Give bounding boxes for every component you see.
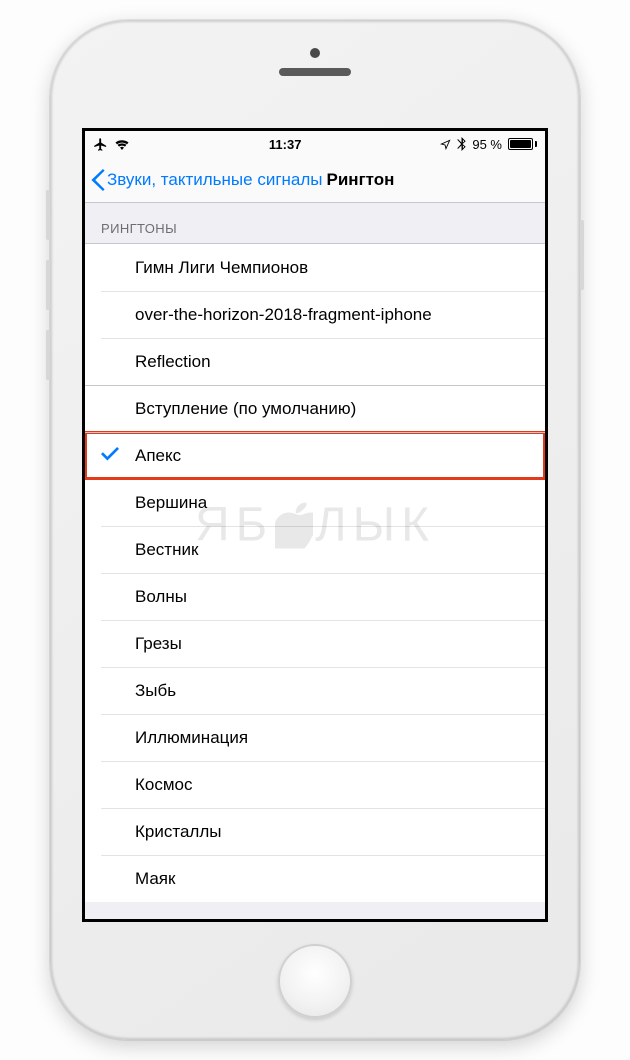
ringtone-label: Иллюминация — [135, 728, 248, 748]
ringtone-row[interactable]: Зыбь — [85, 667, 545, 714]
ringtone-label: Грезы — [135, 634, 182, 654]
navigation-bar: Звуки, тактильные сигналы Рингтон — [85, 157, 545, 203]
ringtone-row[interactable]: Иллюминация — [85, 714, 545, 761]
ringtone-label: Reflection — [135, 352, 211, 372]
ringtone-label: Гимн Лиги Чемпионов — [135, 258, 308, 278]
ringtone-row[interactable]: Вступление (по умолчанию) — [85, 385, 545, 432]
ringtone-row[interactable]: Гимн Лиги Чемпионов — [85, 244, 545, 291]
ringtone-label: Вступление (по умолчанию) — [135, 399, 356, 419]
screen: 11:37 95 % — [82, 128, 548, 922]
ringtone-label: Космос — [135, 775, 193, 795]
battery-icon — [508, 138, 537, 150]
section-header-ringtones: РИНГТОНЫ — [85, 203, 545, 244]
status-time: 11:37 — [269, 137, 302, 152]
location-icon — [440, 139, 451, 150]
ringtone-label: Маяк — [135, 869, 175, 889]
page-title: Рингтон — [327, 170, 395, 190]
ringtone-label: Кристаллы — [135, 822, 221, 842]
back-button[interactable]: Звуки, тактильные сигналы — [91, 169, 323, 191]
status-bar: 11:37 95 % — [85, 131, 545, 157]
home-button[interactable] — [278, 944, 352, 1018]
earpiece — [279, 68, 351, 76]
ringtone-list[interactable]: Гимн Лиги Чемпионов over-the-horizon-2018… — [85, 244, 545, 902]
ringtone-row[interactable]: Вершина — [85, 479, 545, 526]
proximity-sensor — [310, 48, 320, 58]
ringtone-row[interactable]: Апекс — [85, 432, 545, 479]
wifi-icon — [114, 138, 130, 150]
ringtone-label: over-the-horizon-2018-fragment-iphone — [135, 305, 432, 325]
ringtone-row[interactable]: over-the-horizon-2018-fragment-iphone — [85, 291, 545, 338]
ringtone-row[interactable]: Reflection — [85, 338, 545, 385]
back-label: Звуки, тактильные сигналы — [107, 170, 323, 190]
device-frame: 11:37 95 % — [50, 20, 580, 1040]
ringtone-row[interactable]: Маяк — [85, 855, 545, 902]
ringtone-row[interactable]: Грезы — [85, 620, 545, 667]
ringtone-label: Волны — [135, 587, 187, 607]
ringtone-row[interactable]: Кристаллы — [85, 808, 545, 855]
bluetooth-icon — [457, 137, 466, 151]
airplane-mode-icon — [93, 137, 108, 152]
ringtone-row[interactable]: Космос — [85, 761, 545, 808]
ringtone-label: Вершина — [135, 493, 207, 513]
ringtone-label: Апекс — [135, 446, 181, 466]
battery-percent: 95 % — [472, 137, 502, 152]
chevron-left-icon — [91, 169, 105, 191]
ringtone-label: Зыбь — [135, 681, 176, 701]
checkmark-icon — [101, 445, 121, 466]
ringtone-label: Вестник — [135, 540, 198, 560]
ringtone-row[interactable]: Вестник — [85, 526, 545, 573]
ringtone-row[interactable]: Волны — [85, 573, 545, 620]
